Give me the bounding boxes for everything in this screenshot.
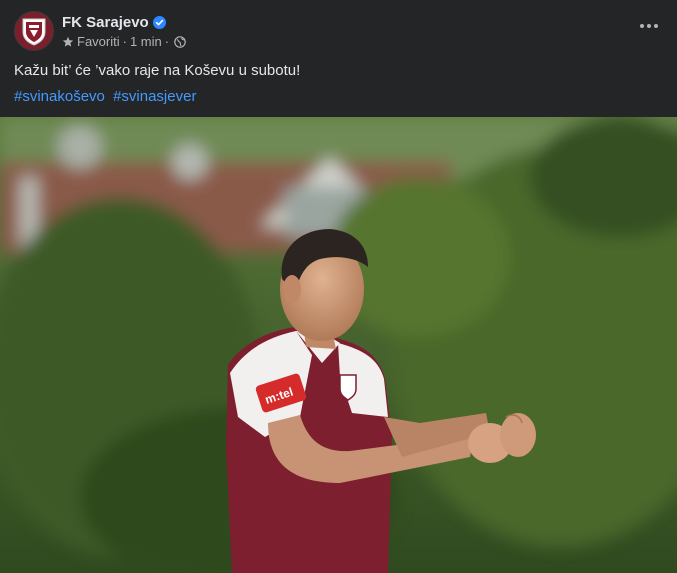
club-crest-icon: [22, 18, 46, 46]
page-avatar[interactable]: [14, 11, 54, 51]
post-header: FK Sarajevo Favoriti · 1 min ·: [14, 9, 186, 53]
dot-icon: [654, 24, 658, 28]
facebook-post: FK Sarajevo Favoriti · 1 min · Kažu bit’…: [0, 0, 677, 573]
post-subtitle: Favoriti · 1 min ·: [62, 33, 186, 50]
dot-icon: [640, 24, 644, 28]
hashtag-link-svinasjever[interactable]: #svinasjever: [113, 88, 196, 105]
globe-icon[interactable]: [174, 35, 186, 48]
player-photo-image: m:tel: [0, 117, 677, 573]
post-meta: FK Sarajevo Favoriti · 1 min ·: [62, 13, 186, 50]
meta-separator-2: ·: [164, 33, 170, 49]
post-photo[interactable]: m:tel: [0, 117, 677, 573]
post-timestamp[interactable]: 1 min: [130, 33, 162, 50]
hashtag-row: #svinakoševo #svinasjever: [14, 87, 200, 106]
post-text: Kažu bit’ će ’vako raje na Koševu u subo…: [14, 62, 301, 79]
name-row: FK Sarajevo: [62, 13, 186, 32]
audience-label[interactable]: Favoriti: [77, 33, 120, 50]
hashtag-link-svinakosevo[interactable]: #svinakoševo: [14, 88, 105, 105]
verified-badge-icon: [152, 15, 166, 29]
more-options-button[interactable]: [637, 16, 661, 36]
favorites-star-icon: [62, 35, 74, 47]
dot-icon: [647, 24, 651, 28]
meta-separator: ·: [122, 33, 127, 49]
page-name[interactable]: FK Sarajevo: [62, 13, 149, 32]
